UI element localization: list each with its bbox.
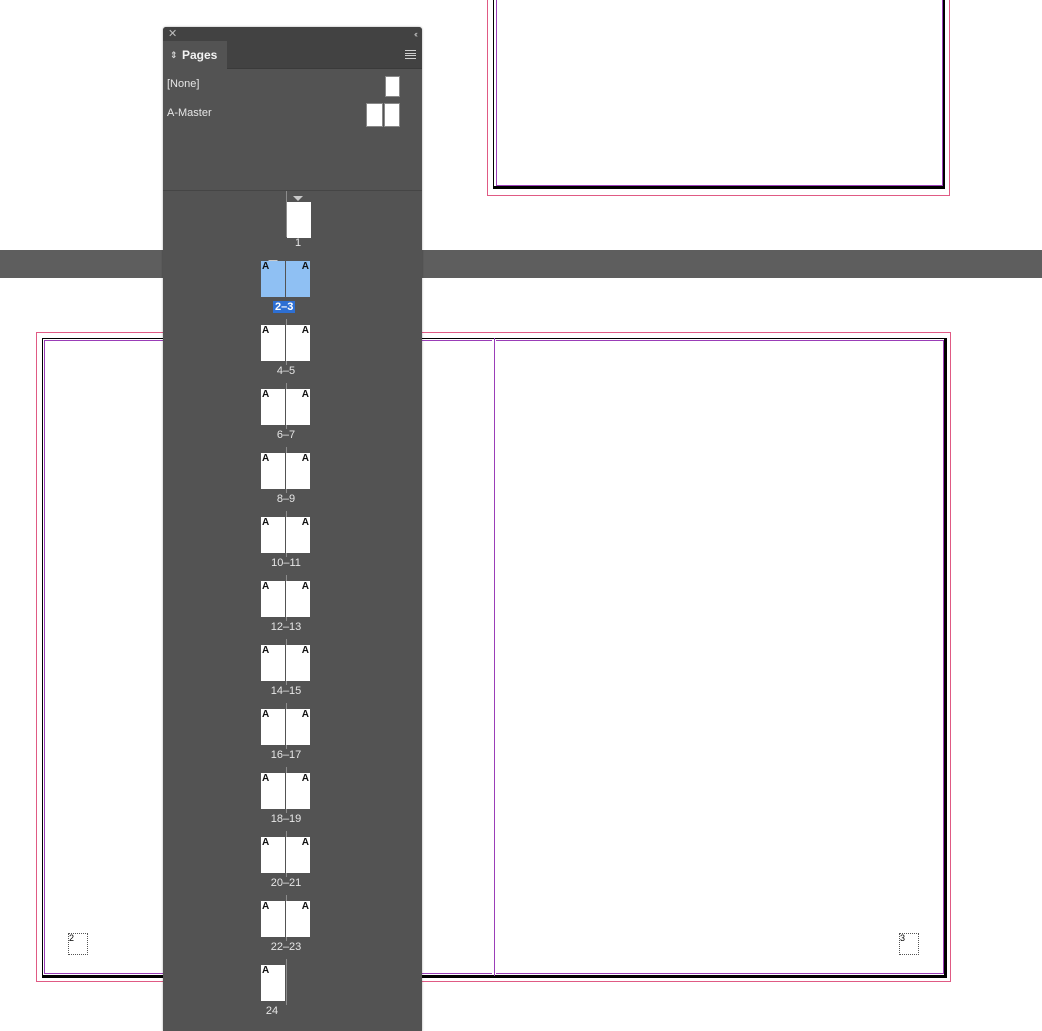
page-label: 20–21: [270, 877, 302, 889]
master-marker: A: [301, 261, 309, 272]
master-marker: A: [301, 581, 309, 592]
spread-thumbnail[interactable]: A A: [261, 709, 311, 745]
page-label: 10–11: [271, 557, 301, 569]
margin-guide-right-page: [496, 340, 944, 974]
page-item-4-5[interactable]: A A 4–5: [163, 319, 422, 383]
spread-thumbnail[interactable]: A A: [261, 325, 311, 361]
master-marker: A: [262, 325, 270, 336]
page-thumbnail[interactable]: [287, 202, 311, 238]
master-marker: A: [262, 965, 270, 976]
master-marker: A: [262, 389, 270, 400]
page-item-24[interactable]: A 24: [163, 959, 422, 1023]
master-none-thumbnail[interactable]: [385, 76, 400, 97]
panel-menu-icon[interactable]: [405, 50, 416, 59]
spread-thumbnail[interactable]: A A: [261, 837, 311, 873]
page-item-10-11[interactable]: A A 10–11: [163, 511, 422, 575]
page-number-frame-right[interactable]: 3: [899, 933, 919, 955]
master-marker: A: [262, 837, 270, 848]
master-marker: A: [301, 325, 309, 336]
page-label: 22–23: [270, 941, 302, 953]
master-marker: A: [301, 453, 309, 464]
page-item-18-19[interactable]: A A 18–19: [163, 767, 422, 831]
page-label: 24: [265, 1005, 279, 1017]
page-label: 8–9: [276, 493, 296, 505]
master-none[interactable]: [None]: [163, 72, 422, 97]
panel-tabbar: ⇕ Pages: [163, 41, 422, 69]
masters-section: [None] A-Master: [163, 69, 422, 191]
spread-start-triangle-icon: [293, 196, 303, 201]
spread-spine-line: [286, 959, 287, 1005]
master-marker: A: [262, 709, 270, 720]
page-item-14-15[interactable]: A A 14–15: [163, 639, 422, 703]
page-label: 6–7: [276, 429, 296, 441]
master-marker: A: [301, 773, 309, 784]
page-number-frame-left[interactable]: 2: [68, 933, 88, 955]
tab-pages[interactable]: ⇕ Pages: [163, 41, 227, 69]
master-marker: A: [262, 517, 270, 528]
page-item-12-13[interactable]: A A 12–13: [163, 575, 422, 639]
master-a-thumbnail[interactable]: [366, 103, 400, 127]
master-marker: A: [262, 453, 270, 464]
spread-thumbnail[interactable]: A A: [261, 645, 311, 681]
page-label: 18–19: [270, 813, 302, 825]
tab-pages-label: Pages: [182, 48, 218, 62]
spread-thumbnail[interactable]: A A: [261, 581, 311, 617]
master-marker: A: [262, 773, 270, 784]
page-number-left: 2: [69, 933, 75, 943]
master-marker: A: [262, 261, 270, 272]
close-icon[interactable]: ✕: [168, 27, 177, 41]
master-marker: A: [301, 517, 309, 528]
master-label: A-Master: [167, 107, 212, 119]
master-marker: A: [262, 581, 270, 592]
page-item-20-21[interactable]: A A 20–21: [163, 831, 422, 895]
master-marker: A: [262, 645, 270, 656]
spread-thumbnail[interactable]: A A: [261, 901, 311, 937]
master-a[interactable]: A-Master: [163, 101, 422, 127]
page-label-selected: 2–3: [273, 301, 296, 313]
page-item-22-23[interactable]: A A 22–23: [163, 895, 422, 959]
pasteboard-divider: [0, 250, 1042, 278]
page-label: 4–5: [276, 365, 296, 377]
document-canvas[interactable]: 2 3: [0, 0, 1042, 1031]
page-item-16-17[interactable]: A A 16–17: [163, 703, 422, 767]
collapse-icon[interactable]: ‹‹: [414, 27, 418, 41]
pages-panel: ✕ ‹‹ ⇕ Pages [None] A-Master 1 A A 2–3 A…: [163, 27, 422, 1031]
spread-thumbnail[interactable]: A A: [261, 389, 311, 425]
page-item-8-9[interactable]: A A 8–9: [163, 447, 422, 511]
spread-thumbnail[interactable]: A A: [261, 517, 311, 553]
spread-spine: [494, 338, 495, 976]
margin-guide-top-page: [496, 0, 943, 186]
page-label: 12–13: [270, 621, 302, 633]
updown-arrow-icon: ⇕: [170, 50, 178, 60]
page-item-1[interactable]: 1: [163, 191, 422, 255]
master-marker: A: [301, 837, 309, 848]
master-marker: A: [301, 709, 309, 720]
master-marker: A: [262, 901, 270, 912]
page-item-6-7[interactable]: A A 6–7: [163, 383, 422, 447]
panel-titlebar[interactable]: ✕ ‹‹: [163, 27, 422, 41]
page-label: 16–17: [270, 749, 302, 761]
master-marker: A: [301, 901, 309, 912]
page-label: 1: [294, 237, 302, 249]
page-item-2-3[interactable]: A A 2–3: [163, 255, 422, 319]
spread-thumbnail[interactable]: A A: [261, 773, 311, 809]
page-label: 14–15: [270, 685, 302, 697]
master-marker: A: [301, 645, 309, 656]
spread-thumbnail[interactable]: A A: [261, 453, 311, 489]
page-number-right: 3: [900, 933, 906, 943]
master-label: [None]: [167, 78, 200, 90]
master-marker: A: [301, 389, 309, 400]
page-thumbnail[interactable]: A: [261, 965, 285, 1001]
spread-thumbnail[interactable]: A A: [261, 261, 311, 297]
